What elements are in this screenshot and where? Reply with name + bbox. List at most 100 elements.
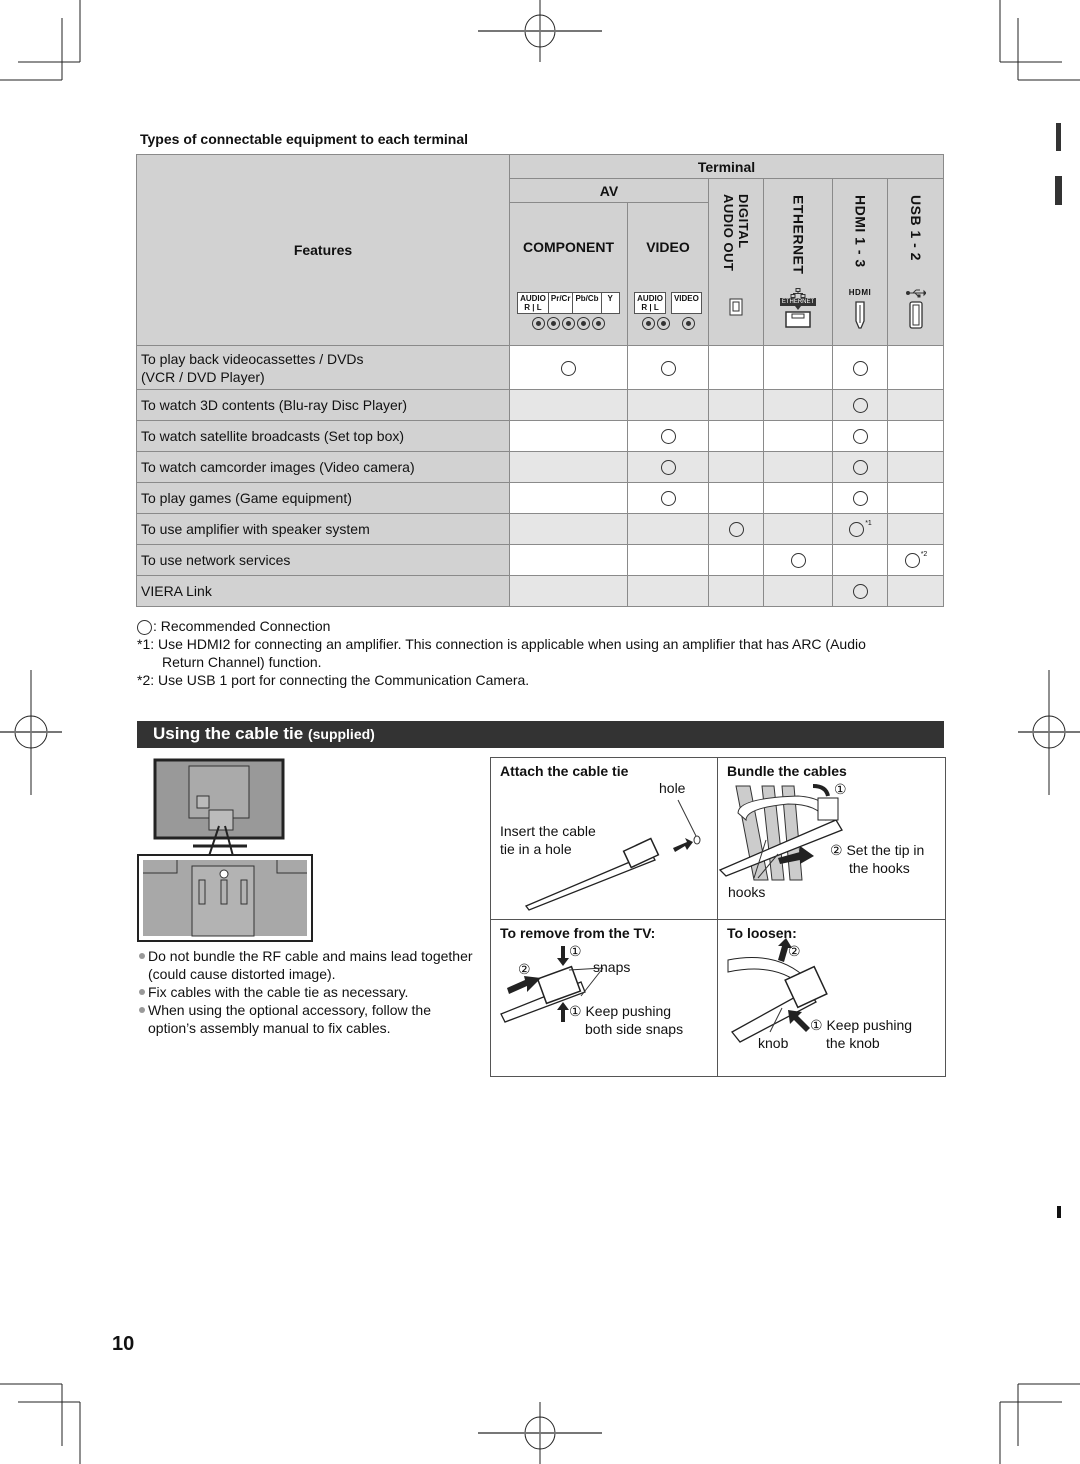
feature-label: To use amplifier with speaker system [136, 513, 510, 545]
cell-ethernet [763, 389, 833, 421]
cell-ethernet [763, 575, 833, 607]
recommended-circle-icon [728, 522, 744, 538]
ethernet-badge: ETHERNET [779, 298, 817, 306]
features-header: Features [136, 154, 510, 346]
page-number: 10 [112, 1333, 135, 1355]
loosen-tie-illustration [727, 938, 828, 1043]
feature-label: VIERA Link [136, 575, 510, 607]
connection-table: Features Terminal AV DIGITAL AUDIO OUT E… [136, 154, 944, 607]
footnote-marker: *2 [920, 550, 928, 558]
cell-usb [887, 451, 944, 483]
footnote-marker: *1 [865, 519, 872, 527]
note-bullet: When using the optional accessory, follo… [137, 1001, 477, 1037]
recommended-circle-icon [561, 360, 576, 376]
remove-tie-illustration [500, 946, 604, 1023]
cell-usb [887, 345, 944, 390]
cell-digital_audio_out [708, 345, 764, 390]
cell-ethernet [763, 451, 833, 483]
feature-label: To watch camcorder images (Video camera) [136, 451, 510, 483]
cell-video [627, 420, 709, 452]
table-row: To play games (Game equipment) [136, 482, 944, 514]
cell-hdmi [832, 544, 888, 576]
recommended-circle-icon [790, 553, 806, 569]
cell-usb [887, 513, 944, 545]
hdmi-logo: HDMI [848, 287, 872, 297]
terminal-header: Terminal [509, 154, 944, 179]
note-bullet: Fix cables with the cable tie as necessa… [137, 983, 477, 1001]
rca-jacks-5-icon: AUDIO R | L Pr/Cr Pb/Cb Y [517, 292, 620, 342]
cell-hdmi [832, 451, 888, 483]
table-row: VIERA Link [136, 575, 944, 607]
cell-video [627, 544, 709, 576]
cell-hdmi: *1 [832, 513, 888, 545]
cell-component [509, 575, 628, 607]
col-video: VIDEO AUDIO R | L VIDEO [627, 202, 709, 346]
table-row: To watch camcorder images (Video camera) [136, 451, 944, 483]
table-row: To use network services *2 [136, 544, 944, 576]
cable-tie-insert-illustration [524, 799, 701, 911]
step-remove: To remove from the TV: ① ② snaps ① Keep … [491, 920, 717, 1078]
feature-label: To use network services [136, 544, 510, 576]
cell-hdmi [832, 389, 888, 421]
recommended-circle-icon [852, 460, 868, 476]
recommended-circle-icon [660, 491, 676, 507]
col-ethernet: ETHERNET ETHERNET [763, 178, 833, 346]
recommended-circle-icon [852, 398, 868, 414]
recommended-circle-icon [852, 491, 868, 507]
cell-component [509, 389, 628, 421]
cable-tie-steps: Attach the cable tie hole Insert the cab… [490, 757, 946, 1077]
legend: : Recommended Connection *1: Use HDMI2 f… [137, 618, 866, 688]
cell-video [627, 482, 709, 514]
col-digital-audio-out: DIGITAL AUDIO OUT [708, 178, 764, 346]
col-usb: USB 1 - 2 [887, 178, 944, 346]
av-header: AV [509, 178, 709, 203]
cable-tie-notes: Do not bundle the RF cable and mains lea… [137, 947, 477, 1037]
cell-ethernet [763, 345, 833, 390]
cell-digital_audio_out [708, 420, 764, 452]
cell-ethernet [763, 513, 833, 545]
cell-usb [887, 389, 944, 421]
cell-digital_audio_out [708, 389, 764, 421]
hdmi-port-icon [855, 300, 865, 329]
recommended-circle-icon [852, 429, 868, 445]
cell-component [509, 513, 628, 545]
usb-symbol-icon [905, 289, 926, 297]
cell-digital_audio_out [708, 451, 764, 483]
cell-video [627, 451, 709, 483]
cell-usb [887, 420, 944, 452]
col-component: COMPONENT AUDIO R | L Pr/Cr Pb/Cb Y [509, 202, 628, 346]
cell-video [627, 575, 709, 607]
step-loosen: To loosen: ② ① Keep pushing the knob knob [718, 920, 944, 1078]
recommended-circle-icon [660, 429, 676, 445]
section-caption: Types of connectable equipment to each t… [140, 131, 469, 147]
recommended-circle-icon [137, 619, 152, 635]
cell-ethernet [763, 544, 833, 576]
feature-label: To play back videocassettes / DVDs (VCR /… [136, 345, 510, 390]
recommended-circle-icon [660, 360, 676, 376]
feature-label: To play games (Game equipment) [136, 482, 510, 514]
cable-tie-heading: Using the cable tie (supplied) [137, 721, 944, 748]
table-row: To watch satellite broadcasts (Set top b… [136, 420, 944, 452]
cell-component [509, 482, 628, 514]
cell-hdmi [832, 575, 888, 607]
table-row: To play back videocassettes / DVDs (VCR /… [136, 345, 944, 390]
network-icon [790, 288, 806, 298]
note-bullet: Do not bundle the RF cable and mains lea… [137, 947, 477, 983]
cell-component [509, 345, 628, 390]
recommended-circle-icon [852, 584, 868, 600]
feature-label: To watch satellite broadcasts (Set top b… [136, 420, 510, 452]
cell-hdmi [832, 420, 888, 452]
optical-port-icon [729, 298, 743, 316]
table-row: To watch 3D contents (Blu-ray Disc Playe… [136, 389, 944, 421]
cell-ethernet [763, 420, 833, 452]
cell-hdmi [832, 482, 888, 514]
cell-component [509, 420, 628, 452]
cell-video [627, 345, 709, 390]
cell-component [509, 451, 628, 483]
step-attach: Attach the cable tie hole Insert the cab… [491, 758, 717, 916]
recommended-circle-icon [849, 522, 865, 538]
cell-usb [887, 482, 944, 514]
cable-bundle-illustration [718, 784, 843, 881]
cell-video [627, 389, 709, 421]
recommended-circle-icon [852, 360, 868, 376]
